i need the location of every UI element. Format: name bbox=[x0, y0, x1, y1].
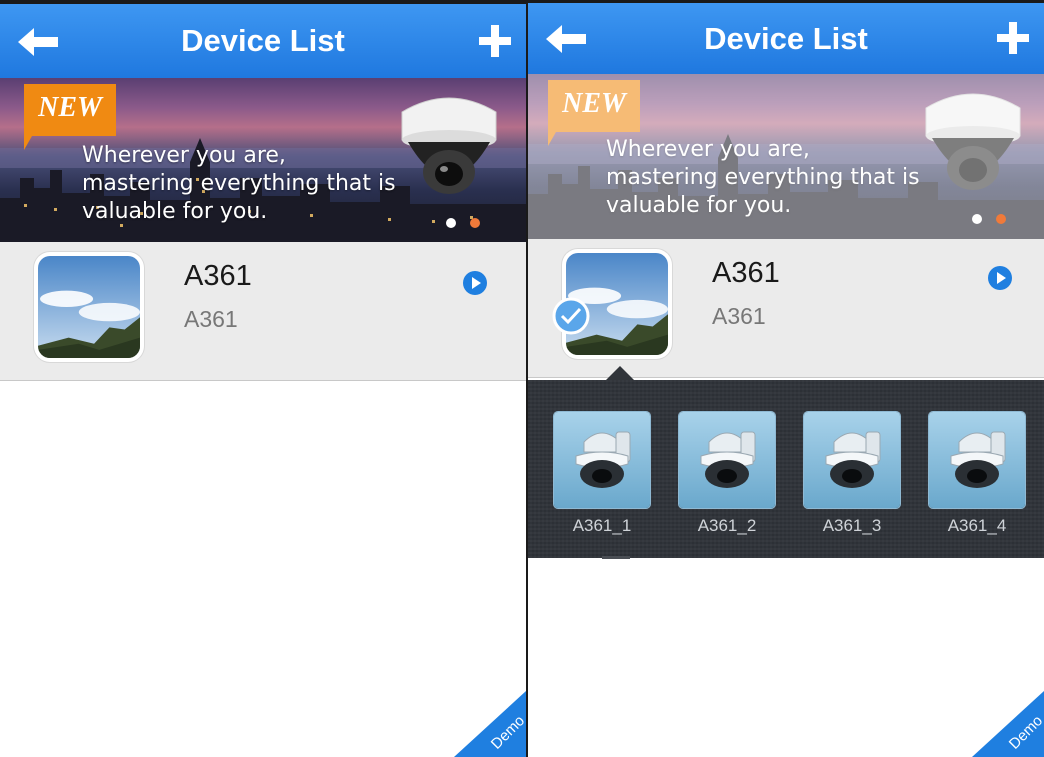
carousel-dot-active[interactable] bbox=[446, 218, 456, 228]
banner-line: valuable for you. bbox=[82, 199, 268, 224]
camera-channel-4[interactable]: A361_4 bbox=[929, 412, 1029, 536]
landscape-image bbox=[38, 256, 140, 358]
demo-ribbon[interactable]: Demo bbox=[972, 691, 1044, 757]
panel-handle[interactable] bbox=[602, 556, 630, 559]
camera-channel-panel: A361_1 A361_2 A361_3 A361_4 bbox=[528, 380, 1044, 558]
camera-tile bbox=[679, 412, 775, 508]
device-list-item-selected[interactable]: A361 A361 bbox=[528, 239, 1044, 378]
camera-label: A361_2 bbox=[697, 516, 757, 535]
camera-label: A361_4 bbox=[947, 516, 1007, 535]
page-title: Device List bbox=[704, 20, 868, 56]
ptz-camera-icon bbox=[950, 431, 1006, 488]
camera-tile bbox=[804, 412, 900, 508]
demo-ribbon[interactable]: Demo bbox=[454, 691, 526, 757]
camera-channel-2[interactable]: A361_2 bbox=[679, 412, 779, 536]
camera-channel-3[interactable]: A361_3 bbox=[804, 412, 904, 536]
nav-bar: Device List bbox=[528, 0, 1044, 74]
ptz-camera-icon bbox=[700, 431, 756, 488]
dome-camera-image bbox=[401, 97, 497, 194]
camera-tile bbox=[554, 412, 650, 508]
device-thumbnail bbox=[34, 252, 144, 362]
device-subtitle: A361 bbox=[184, 306, 238, 332]
play-circle-icon[interactable] bbox=[462, 270, 488, 296]
banner-slogan: Wherever you are, mastering everything t… bbox=[82, 142, 402, 226]
carousel-dot[interactable] bbox=[996, 214, 1006, 224]
device-list-screen-left: Device List NEW Wherever you are, master… bbox=[0, 0, 526, 757]
carousel-dot-active[interactable] bbox=[972, 214, 982, 224]
banner-line: mastering everything that is bbox=[82, 171, 396, 196]
ptz-camera-icon bbox=[575, 431, 631, 488]
promo-banner[interactable]: NEW Wherever you are, mastering everythi… bbox=[528, 74, 1044, 239]
camera-label: A361_1 bbox=[572, 516, 632, 535]
nav-bar: Device List bbox=[0, 0, 526, 78]
page-title: Device List bbox=[181, 23, 345, 58]
carousel-indicator[interactable] bbox=[972, 214, 1006, 224]
checkmark-icon bbox=[552, 297, 590, 335]
device-list-screen-right: Device List NEW Wherever you are, master… bbox=[528, 0, 1044, 757]
plus-icon[interactable] bbox=[996, 21, 1030, 55]
device-name: A361 bbox=[712, 257, 780, 289]
carousel-indicator[interactable] bbox=[446, 218, 480, 228]
banner-line: Wherever you are, bbox=[82, 143, 286, 168]
camera-tile bbox=[929, 412, 1025, 508]
arrow-left-icon[interactable] bbox=[544, 21, 588, 57]
banner-dim-overlay bbox=[528, 74, 1044, 239]
plus-icon[interactable] bbox=[478, 24, 512, 58]
camera-channel-1[interactable]: A361_1 bbox=[554, 412, 654, 536]
play-circle-icon[interactable] bbox=[987, 265, 1013, 291]
device-name: A361 bbox=[184, 260, 252, 292]
panel-pointer bbox=[606, 366, 634, 380]
carousel-dot[interactable] bbox=[470, 218, 480, 228]
device-list-item[interactable]: A361 A361 bbox=[0, 242, 526, 381]
device-subtitle: A361 bbox=[712, 303, 766, 329]
camera-label: A361_3 bbox=[822, 516, 882, 535]
ptz-camera-icon bbox=[825, 431, 881, 488]
promo-banner[interactable]: NEW Wherever you are, mastering everythi… bbox=[0, 78, 526, 242]
new-badge-label: NEW bbox=[38, 92, 102, 123]
arrow-left-icon[interactable] bbox=[16, 24, 60, 60]
